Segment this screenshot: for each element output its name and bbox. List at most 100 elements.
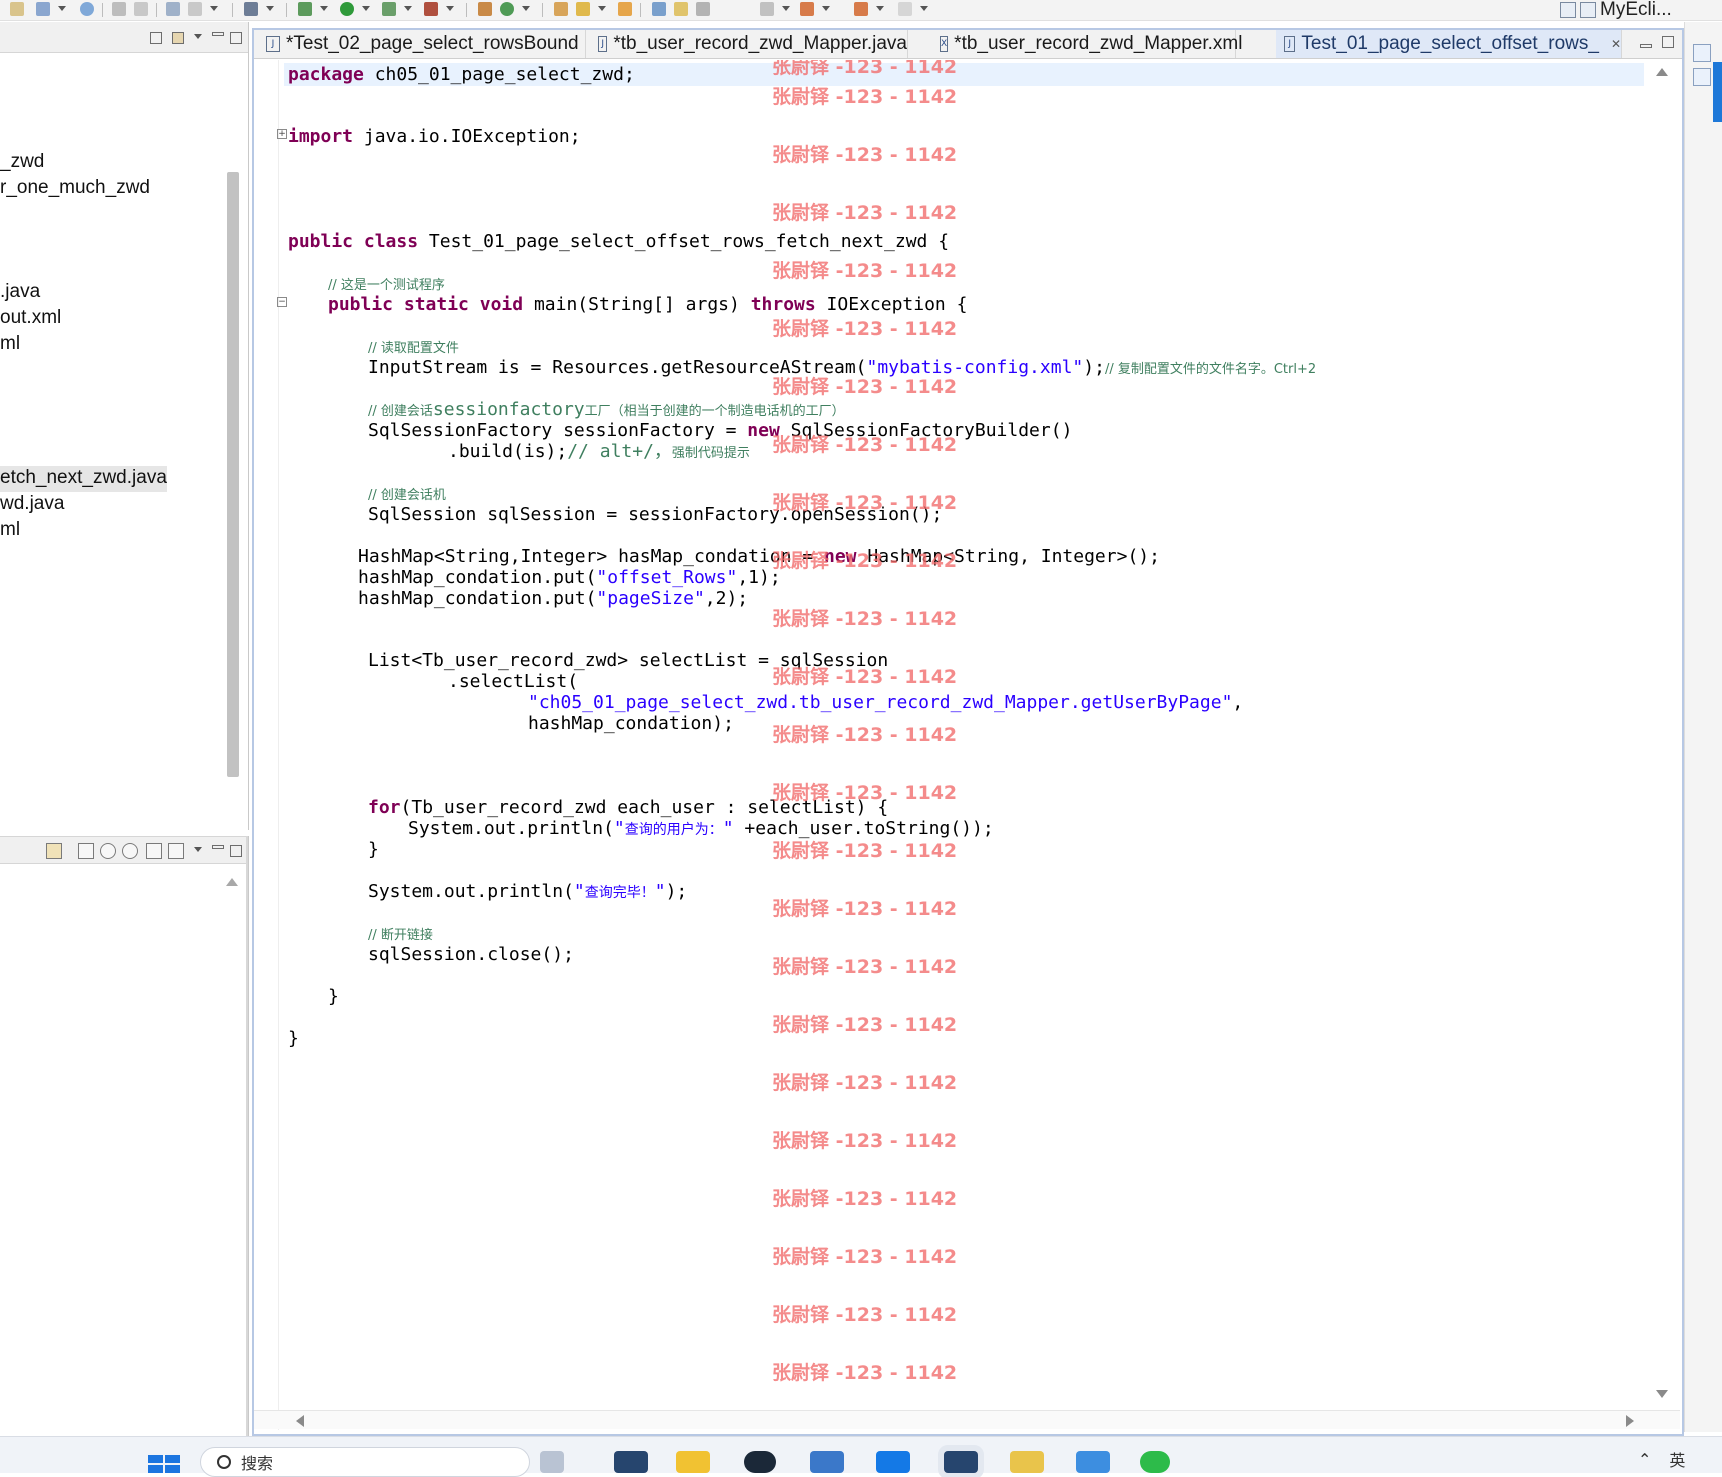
run-icon[interactable] xyxy=(340,2,354,16)
code-text-area[interactable]: + − package ch05_01_page_select_zwd; imp… xyxy=(254,60,1644,1430)
external-tools-icon[interactable] xyxy=(424,2,438,16)
dropdown-arrow-icon[interactable] xyxy=(876,6,884,11)
explorer-scrollbar[interactable] xyxy=(227,172,239,777)
input-language[interactable]: 英 xyxy=(1669,1447,1685,1471)
horizontal-scrollbar[interactable] xyxy=(254,1410,1680,1429)
watermark-text: 张尉铎 -123 - 1142 xyxy=(772,202,958,224)
deploy-icon[interactable] xyxy=(188,2,202,16)
annotation-icon[interactable] xyxy=(652,2,666,16)
toolbar-separator xyxy=(466,3,467,17)
taskview-icon[interactable] xyxy=(540,1451,564,1473)
maximize-icon[interactable] xyxy=(230,32,242,44)
new-wizard-icon[interactable] xyxy=(10,2,24,16)
file-explorer-icon[interactable] xyxy=(676,1451,710,1473)
tab-test-02[interactable]: J *Test_02_page_select_rowsBound xyxy=(260,30,586,58)
dropdown-arrow-icon[interactable] xyxy=(58,6,66,11)
dropdown-arrow-icon[interactable] xyxy=(782,6,790,11)
dropdown-arrow-icon[interactable] xyxy=(362,6,370,11)
perspective-switcher[interactable]: MyEcli... xyxy=(1560,0,1672,20)
close-tab-icon[interactable]: ✕ xyxy=(1611,37,1621,51)
globe-icon[interactable] xyxy=(80,2,94,16)
scroll-up-icon[interactable] xyxy=(226,878,238,886)
browser-icon[interactable] xyxy=(244,2,258,16)
tree-item[interactable]: ml xyxy=(0,518,20,544)
search-tool-icon[interactable] xyxy=(576,2,590,16)
open-type-icon[interactable] xyxy=(554,2,568,16)
coverage-icon[interactable] xyxy=(382,2,396,16)
notepad-icon[interactable] xyxy=(1076,1451,1110,1473)
scroll-up-icon[interactable] xyxy=(1656,68,1668,76)
tab-mapper-java[interactable]: J *tb_user_record_zwd_Mapper.java xyxy=(592,30,908,58)
view-menu-icon[interactable] xyxy=(194,34,202,39)
dropdown-arrow-icon[interactable] xyxy=(210,6,218,11)
toggle-icon[interactable] xyxy=(696,2,710,16)
windows-start-icon[interactable] xyxy=(148,1455,180,1473)
layout-icon[interactable] xyxy=(78,843,94,859)
taskbar-search[interactable]: 搜索 xyxy=(200,1447,530,1477)
fold-expand-icon[interactable]: + xyxy=(277,129,287,139)
restore-icon[interactable] xyxy=(1693,44,1711,62)
tree-item-selected[interactable]: etch_next_zwd.java xyxy=(0,466,167,492)
store-icon[interactable] xyxy=(810,1451,844,1473)
myeclipse-active-icon[interactable] xyxy=(944,1451,978,1473)
print-icon[interactable] xyxy=(112,2,126,16)
debug-icon[interactable] xyxy=(298,2,312,16)
tree-item[interactable]: out.xml xyxy=(0,306,61,332)
tree-item[interactable]: .java xyxy=(0,280,40,306)
sync-icon[interactable] xyxy=(46,843,62,859)
toolbar-separator xyxy=(102,3,103,17)
myeclipse-app-icon[interactable] xyxy=(614,1451,648,1473)
files-app-icon[interactable] xyxy=(1010,1451,1044,1473)
minimize-icon[interactable] xyxy=(1640,44,1652,48)
tree-item[interactable]: ml xyxy=(0,332,20,358)
wechat-icon[interactable] xyxy=(1140,1451,1170,1473)
collapse-all-icon[interactable] xyxy=(150,32,162,44)
code-line: "ch05_01_page_select_zwd.tb_user_record_… xyxy=(528,692,1244,713)
server-icon[interactable] xyxy=(166,2,180,16)
dropdown-arrow-icon[interactable] xyxy=(522,6,530,11)
dropdown-arrow-icon[interactable] xyxy=(404,6,412,11)
scroll-right-icon[interactable] xyxy=(1626,1415,1634,1427)
class-icon[interactable] xyxy=(500,2,514,16)
refresh-icon[interactable] xyxy=(134,2,148,16)
dropdown-arrow-icon[interactable] xyxy=(266,6,274,11)
view-menu-icon[interactable] xyxy=(194,847,202,852)
tree-item[interactable]: _zwd xyxy=(0,150,44,176)
toolbar-separator xyxy=(640,3,641,17)
tab-test-01-active[interactable]: J Test_01_page_select_offset_rows_ ✕ xyxy=(1276,30,1622,58)
dropdown-arrow-icon[interactable] xyxy=(446,6,454,11)
forward-icon[interactable] xyxy=(854,2,868,16)
dropdown-arrow-icon[interactable] xyxy=(598,6,606,11)
zoom-out-icon[interactable] xyxy=(100,843,116,859)
open-folder-icon[interactable] xyxy=(618,2,632,16)
perspective-label: MyEcli... xyxy=(1600,0,1672,20)
tree-item[interactable]: wd.java xyxy=(0,492,64,518)
steam-icon[interactable] xyxy=(744,1451,776,1473)
next-annotation-icon[interactable] xyxy=(760,2,774,16)
pycharm-icon[interactable] xyxy=(876,1451,910,1473)
tab-mapper-xml[interactable]: X *tb_user_record_zwd_Mapper.xml xyxy=(934,30,1242,58)
zoom-100-icon[interactable] xyxy=(146,843,162,859)
scroll-left-icon[interactable] xyxy=(296,1415,304,1427)
scroll-down-icon[interactable] xyxy=(1656,1390,1668,1398)
fit-icon[interactable] xyxy=(168,843,184,859)
dropdown-arrow-icon[interactable] xyxy=(920,6,928,11)
outline-view-icon[interactable] xyxy=(1693,68,1711,86)
nav-forward-icon[interactable] xyxy=(898,2,912,16)
minimize-icon[interactable] xyxy=(212,845,224,849)
save-icon[interactable] xyxy=(36,2,50,16)
edit-pen-icon[interactable] xyxy=(674,2,688,16)
open-perspective-icon[interactable] xyxy=(1560,2,1576,18)
dropdown-arrow-icon[interactable] xyxy=(822,6,830,11)
dropdown-arrow-icon[interactable] xyxy=(320,6,328,11)
maximize-icon[interactable] xyxy=(1662,36,1674,48)
maximize-icon[interactable] xyxy=(230,845,242,857)
back-icon[interactable] xyxy=(800,2,814,16)
zoom-in-icon[interactable] xyxy=(122,843,138,859)
link-editor-icon[interactable] xyxy=(172,32,184,44)
package-icon[interactable] xyxy=(478,2,492,16)
minimize-icon[interactable] xyxy=(212,32,224,36)
tree-item[interactable]: r_one_much_zwd xyxy=(0,176,150,202)
chevron-up-icon[interactable]: ⌃ xyxy=(1638,1450,1651,1469)
fold-collapse-icon[interactable]: − xyxy=(277,297,287,307)
